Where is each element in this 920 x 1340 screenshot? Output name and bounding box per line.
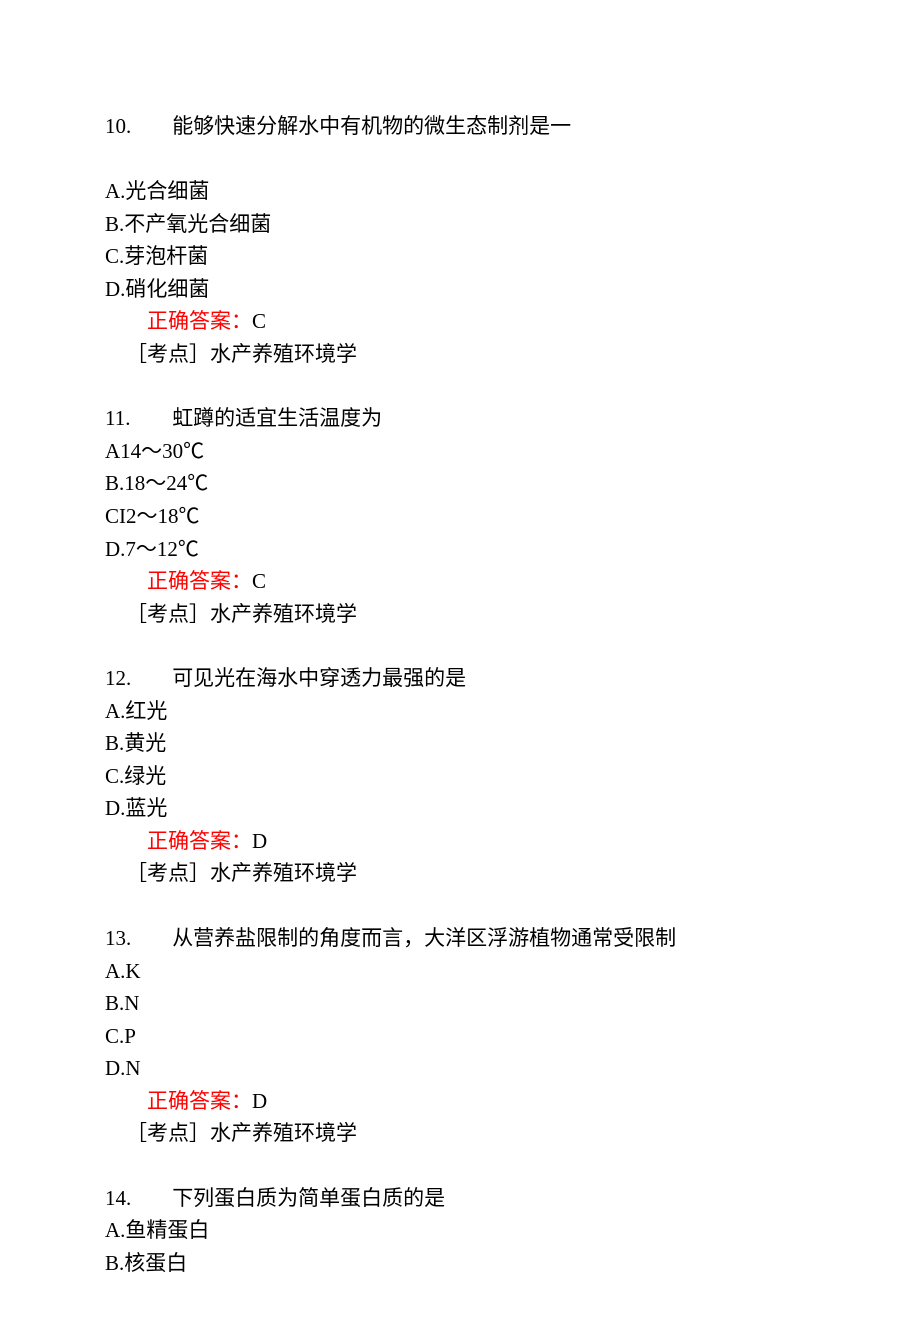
question-number: 12. xyxy=(105,662,172,695)
option: C.P xyxy=(105,1020,815,1053)
topic-value: 水产养殖环境学 xyxy=(210,602,357,626)
topic-label: ［考点］ xyxy=(126,602,210,626)
question-stem: 13.从营养盐限制的角度而言，大洋区浮游植物通常受限制 xyxy=(105,922,815,955)
option: D.N xyxy=(105,1052,815,1085)
question-number: 13. xyxy=(105,922,172,955)
answer-label: 正确答案： xyxy=(147,1089,252,1113)
question-block: 14.下列蛋白质为简单蛋白质的是A.鱼精蛋白B.核蛋白 xyxy=(105,1182,815,1280)
answer-line: 正确答案：C xyxy=(105,305,815,338)
answer-value: D xyxy=(252,1089,267,1113)
option: C.绿光 xyxy=(105,760,815,793)
answer-label: 正确答案： xyxy=(147,829,252,853)
topic-line: ［考点］水产养殖环境学 xyxy=(105,1117,815,1150)
option: D.硝化细菌 xyxy=(105,273,815,306)
question-stem-text: 下列蛋白质为简单蛋白质的是 xyxy=(172,1186,445,1210)
answer-label: 正确答案： xyxy=(147,569,252,593)
topic-value: 水产养殖环境学 xyxy=(210,1121,357,1145)
question-block: 10.能够快速分解水中有机物的微生态制剂是一 A.光合细菌B.不产氧光合细菌C.芽… xyxy=(105,110,815,370)
answer-value: C xyxy=(252,569,266,593)
option: B.不产氧光合细菌 xyxy=(105,208,815,241)
question-stem: 11.虹蹲的适宜生活温度为 xyxy=(105,402,815,435)
topic-value: 水产养殖环境学 xyxy=(210,861,357,885)
option: B.黄光 xyxy=(105,727,815,760)
blank-line xyxy=(105,143,815,176)
question-block: 13.从营养盐限制的角度而言，大洋区浮游植物通常受限制A.KB.NC.PD.N正… xyxy=(105,922,815,1150)
answer-line: 正确答案：D xyxy=(105,825,815,858)
option: A.红光 xyxy=(105,695,815,728)
option: B.核蛋白 xyxy=(105,1247,815,1280)
topic-label: ［考点］ xyxy=(126,342,210,366)
option: D.7～12℃ xyxy=(105,533,815,566)
question-stem: 12.可见光在海水中穿透力最强的是 xyxy=(105,662,815,695)
question-stem-text: 虹蹲的适宜生活温度为 xyxy=(172,406,382,430)
question-stem-text: 从营养盐限制的角度而言，大洋区浮游植物通常受限制 xyxy=(172,926,676,950)
question-block: 12.可见光在海水中穿透力最强的是A.红光B.黄光C.绿光D.蓝光正确答案：D［… xyxy=(105,662,815,890)
option: A.K xyxy=(105,955,815,988)
option: CI2～18℃ xyxy=(105,500,815,533)
question-stem-text: 能够快速分解水中有机物的微生态制剂是一 xyxy=(172,114,571,138)
question-number: 11. xyxy=(105,402,172,435)
topic-line: ［考点］水产养殖环境学 xyxy=(105,598,815,631)
answer-label: 正确答案： xyxy=(147,309,252,333)
answer-value: D xyxy=(252,829,267,853)
option: A.鱼精蛋白 xyxy=(105,1214,815,1247)
answer-value: C xyxy=(252,309,266,333)
topic-line: ［考点］水产养殖环境学 xyxy=(105,338,815,371)
question-stem: 14.下列蛋白质为简单蛋白质的是 xyxy=(105,1182,815,1215)
topic-value: 水产养殖环境学 xyxy=(210,342,357,366)
topic-line: ［考点］水产养殖环境学 xyxy=(105,857,815,890)
answer-line: 正确答案：C xyxy=(105,565,815,598)
topic-label: ［考点］ xyxy=(126,1121,210,1145)
option: B.N xyxy=(105,987,815,1020)
question-stem: 10.能够快速分解水中有机物的微生态制剂是一 xyxy=(105,110,815,143)
option: B.18～24℃ xyxy=(105,467,815,500)
question-stem-text: 可见光在海水中穿透力最强的是 xyxy=(172,666,466,690)
question-block: 11.虹蹲的适宜生活温度为A14～30℃B.18～24℃CI2～18℃D.7～1… xyxy=(105,402,815,630)
answer-line: 正确答案：D xyxy=(105,1085,815,1118)
option: A.光合细菌 xyxy=(105,175,815,208)
option: C.芽泡杆菌 xyxy=(105,240,815,273)
topic-label: ［考点］ xyxy=(126,861,210,885)
option: A14～30℃ xyxy=(105,435,815,468)
question-number: 14. xyxy=(105,1182,172,1215)
question-number: 10. xyxy=(105,110,172,143)
option: D.蓝光 xyxy=(105,792,815,825)
